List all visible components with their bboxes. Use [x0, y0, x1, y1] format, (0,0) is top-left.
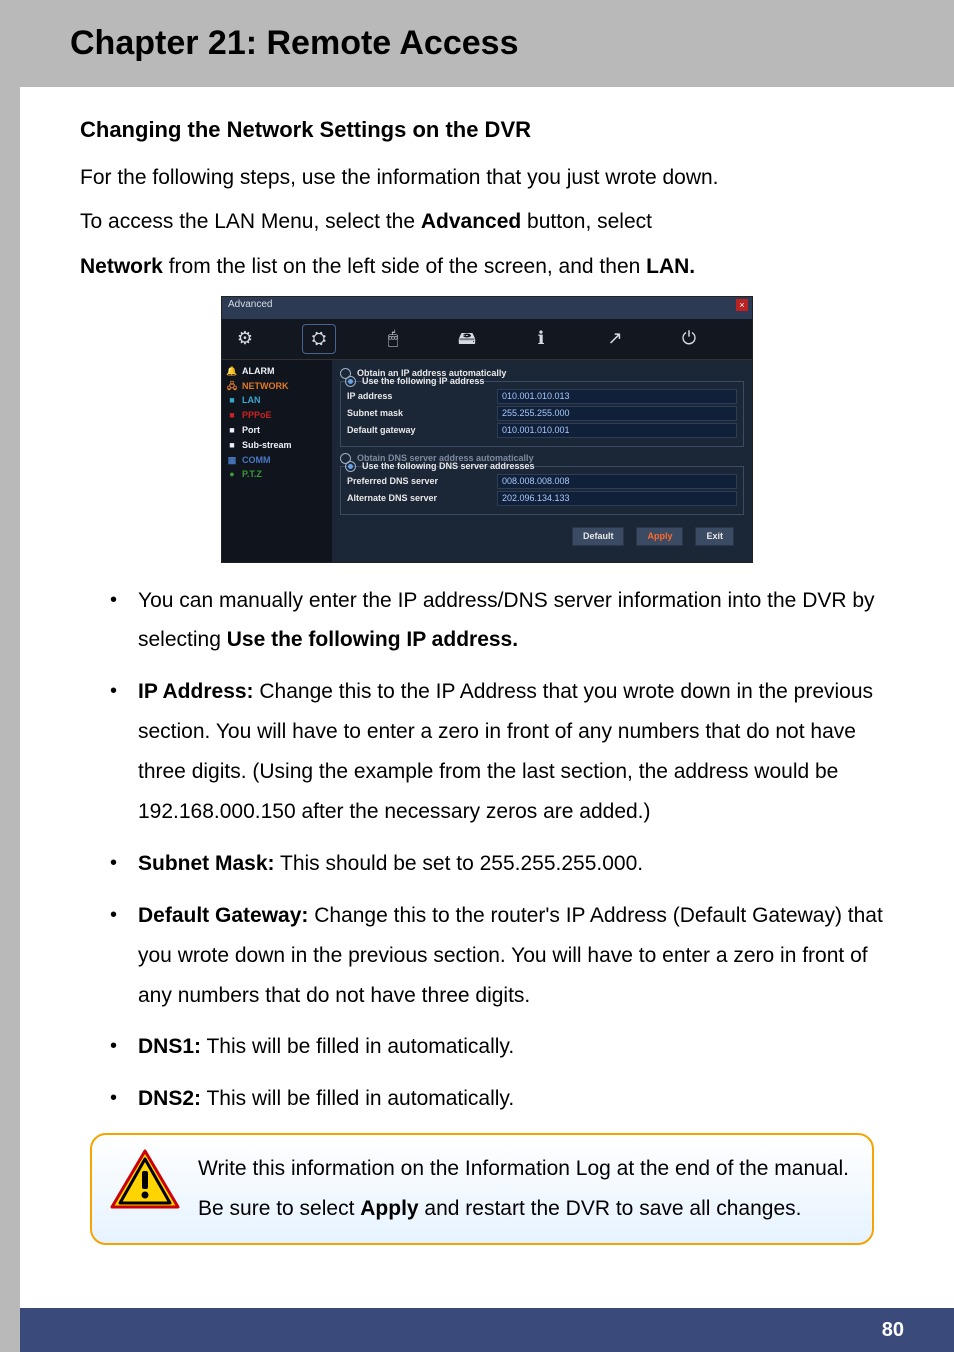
scr-sidebar: 🔔 ALARM 🖧 NETWORK ■ LAN ■ PPPoE ■ Port ■ Sub-s… [222, 360, 332, 562]
side-pppoe[interactable]: ■ PPPoE [222, 408, 332, 423]
btn-default[interactable]: Default [572, 527, 625, 546]
radio-icon [345, 461, 356, 472]
side-port[interactable]: ■ Port [222, 423, 332, 438]
lbl-dns2: Alternate DNS server [347, 493, 497, 504]
access-advanced: Advanced [421, 210, 521, 233]
lbl-dns1: Preferred DNS server [347, 476, 497, 487]
bullet-2: IP Address: Change this to the IP Addres… [80, 672, 894, 832]
radio-ip-use[interactable]: Use the following IP address [345, 376, 737, 387]
scr-main: Obtain an IP address automatically Use t… [332, 360, 752, 562]
side-substream-label: Sub-stream [242, 440, 292, 451]
scr-tab-1[interactable]: ⚙ [228, 324, 262, 354]
dot-icon: ■ [226, 410, 238, 421]
scr-tab-6[interactable]: ↗ [598, 324, 632, 354]
input-dns1[interactable]: 008.008.008.008 [497, 474, 737, 489]
warning-icon [110, 1149, 180, 1211]
b3l: Subnet Mask: [138, 852, 275, 875]
access-mid: button, select [521, 210, 652, 233]
scr-tab-2[interactable]: ⛭ [302, 324, 336, 354]
bullet-5: DNS1: This will be filled in automatical… [80, 1027, 894, 1067]
access-line-2: Network from the list on the left side o… [80, 249, 894, 286]
bullet-3: Subnet Mask: This should be set to 255.2… [80, 844, 894, 884]
scr-titlebar: Advanced × [222, 297, 752, 319]
scr-tab-7[interactable]: ⏻ [672, 324, 706, 354]
b2l: IP Address: [138, 680, 254, 703]
side-ptz-label: P.T.Z [242, 469, 262, 480]
dvr-screenshot: Advanced × ⚙ ⛭ 🖱 🖴 ℹ ↗ ⏻ 🔔 ALARM 🖧 NETWORK… [221, 296, 753, 563]
page: Chapter 21: Remote Access Changing the N… [0, 0, 954, 1352]
b5l: DNS1: [138, 1035, 201, 1058]
input-gateway[interactable]: 010.001.010.001 [497, 423, 737, 438]
bullet-6: DNS2: This will be filled in automatical… [80, 1079, 894, 1119]
content: Changing the Network Settings on the DVR… [0, 87, 954, 1245]
section-heading: Changing the Network Settings on the DVR [80, 111, 894, 150]
b5t: This will be filled in automatically. [201, 1035, 514, 1058]
fieldset-dns: Use the following DNS server addresses P… [340, 466, 744, 515]
bullet-4: Default Gateway: Change this to the rout… [80, 896, 894, 1016]
access-line: To access the LAN Menu, select the Advan… [80, 204, 894, 241]
intro-line: For the following steps, use the informa… [80, 160, 894, 197]
scr-tabbar: ⚙ ⛭ 🖱 🖴 ℹ ↗ ⏻ [222, 319, 752, 360]
scr-title: Advanced [228, 299, 272, 310]
side-port-label: Port [242, 425, 260, 436]
bullet-1: You can manually enter the IP address/DN… [80, 581, 894, 661]
lbl-ip: IP address [347, 391, 497, 402]
side-lan[interactable]: ■ LAN [222, 393, 332, 408]
radio-dns-use[interactable]: Use the following DNS server addresses [345, 461, 737, 472]
input-subnet[interactable]: 255.255.255.000 [497, 406, 737, 421]
dot-icon: ■ [226, 440, 238, 451]
side-pppoe-label: PPPoE [242, 410, 272, 421]
input-ip[interactable]: 010.001.010.013 [497, 389, 737, 404]
fieldset-ip: Use the following IP address IP address0… [340, 381, 744, 447]
ptz-icon: ● [226, 469, 238, 480]
side-substream[interactable]: ■ Sub-stream [222, 438, 332, 453]
radio-dns-use-label: Use the following DNS server addresses [362, 461, 535, 472]
side-ptz[interactable]: ● P.T.Z [222, 467, 332, 482]
b6t: This will be filled in automatically. [201, 1087, 514, 1110]
radio-icon [345, 376, 356, 387]
bullet-list: You can manually enter the IP address/DN… [80, 581, 894, 1120]
b3t: This should be set to 255.255.255.000. [275, 852, 644, 875]
side-comm-label: COMM [242, 455, 271, 466]
access-tail: from the list on the left side of the sc… [163, 255, 646, 278]
side-alarm-label: ALARM [242, 366, 275, 377]
dot-icon: ■ [226, 395, 238, 406]
b1b: Use the following IP address. [227, 628, 518, 651]
btn-apply[interactable]: Apply [636, 527, 683, 546]
access-lan: LAN. [646, 255, 695, 278]
access-network: Network [80, 255, 163, 278]
side-comm[interactable]: ▦ COMM [222, 453, 332, 468]
close-icon[interactable]: × [736, 299, 748, 311]
note-box: Write this information on the Informatio… [90, 1133, 874, 1245]
scr-tab-4[interactable]: 🖴 [450, 324, 484, 354]
dot-icon: ■ [226, 425, 238, 436]
chapter-header-bar: Chapter 21: Remote Access [0, 0, 954, 87]
side-network-label: NETWORK [242, 381, 289, 392]
lbl-subnet: Subnet mask [347, 408, 497, 419]
footer: 80 [20, 1308, 954, 1352]
grid-icon: ▦ [226, 455, 238, 466]
lbl-gateway: Default gateway [347, 425, 497, 436]
scr-button-row: Default Apply Exit [340, 521, 744, 556]
page-number: 80 [882, 1319, 904, 1342]
network-icon: 🖧 [226, 381, 238, 392]
scr-tab-5[interactable]: ℹ [524, 324, 558, 354]
radio-ip-use-label: Use the following IP address [362, 376, 484, 387]
side-alarm[interactable]: 🔔 ALARM [222, 364, 332, 379]
scr-tab-3[interactable]: 🖱 [376, 324, 410, 354]
bell-icon: 🔔 [226, 366, 238, 377]
input-dns2[interactable]: 202.096.134.133 [497, 491, 737, 506]
access-prefix: To access the LAN Menu, select the [80, 210, 421, 233]
b4l: Default Gateway: [138, 904, 308, 927]
note-text: Write this information on the Informatio… [198, 1149, 854, 1229]
note-b: Apply [360, 1197, 418, 1220]
note-c: and restart the DVR to save all changes. [419, 1197, 802, 1220]
b6l: DNS2: [138, 1087, 201, 1110]
side-network[interactable]: 🖧 NETWORK [222, 379, 332, 394]
chapter-title: Chapter 21: Remote Access [70, 24, 518, 62]
btn-exit[interactable]: Exit [695, 527, 734, 546]
side-lan-label: LAN [242, 395, 261, 406]
